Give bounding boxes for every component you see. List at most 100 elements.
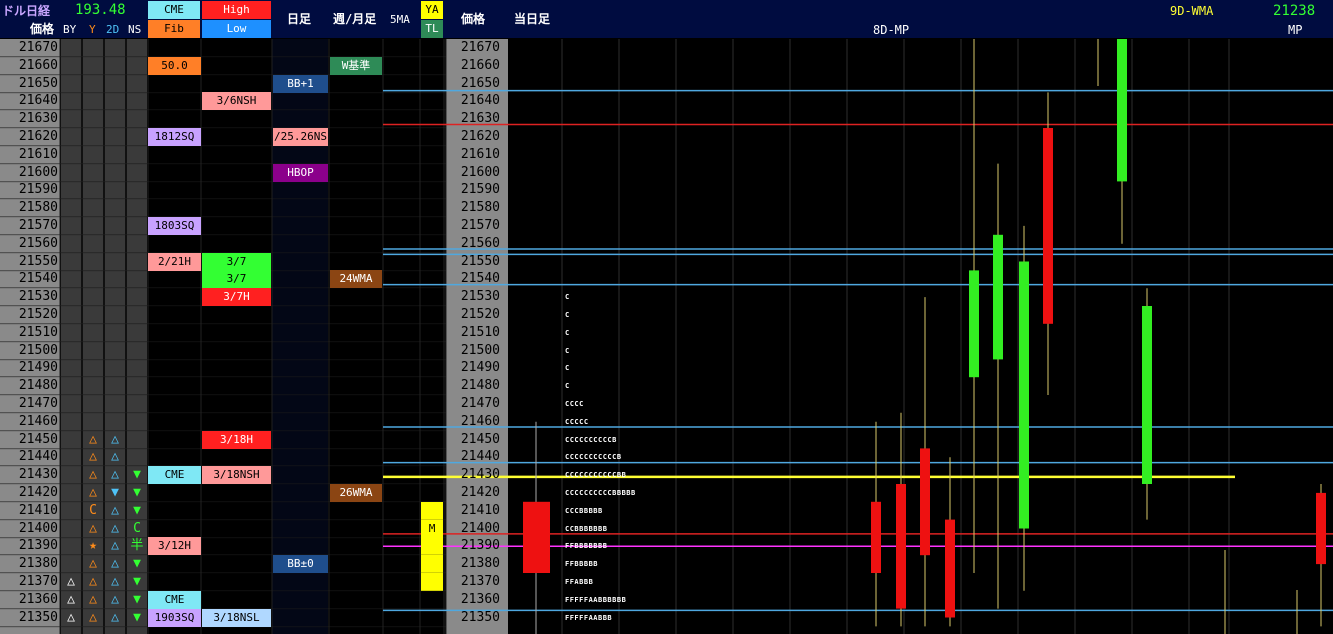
- price-cell-2: 21460: [460, 414, 500, 429]
- ya-fill: [421, 537, 443, 555]
- signal-mark: △: [111, 432, 119, 447]
- price-cell-2: 21600: [460, 165, 500, 180]
- signal-mark: △: [111, 574, 119, 589]
- signal-mark: △: [111, 467, 119, 482]
- price-cell-2: 21580: [460, 200, 500, 215]
- price-cell-2: 21420: [460, 485, 500, 500]
- candle-body: [1043, 128, 1053, 324]
- tpo-row: FFFFFAABBBBBB: [565, 596, 627, 604]
- tpo-row: CCCCCCCCCCBBBBB: [565, 489, 636, 497]
- level-label: CME: [148, 466, 201, 484]
- price-cell: 21530: [18, 289, 58, 304]
- level-label: 3/7: [202, 270, 271, 288]
- signal-mark: △: [89, 610, 97, 625]
- price-cell: 21670: [18, 40, 58, 55]
- level-label: 3/18H: [202, 431, 271, 449]
- price-cell-2: 21590: [460, 182, 500, 197]
- candle-body: [969, 270, 979, 378]
- signal-mark: ▼: [111, 485, 119, 500]
- level-label: 3/6NSH: [202, 92, 271, 110]
- signal-mark: △: [111, 538, 119, 553]
- price-cell-2: 21370: [460, 574, 500, 589]
- signal-mark: ★: [89, 538, 97, 553]
- price-cell-2: 21610: [460, 147, 500, 162]
- price-cell-2: 21430: [460, 467, 500, 482]
- price-cell-2: 21510: [460, 325, 500, 340]
- signal-mark: △: [89, 485, 97, 500]
- candle-body: [896, 484, 906, 609]
- signal-mark: ▼: [133, 556, 141, 571]
- price-cell-2: 21390: [460, 538, 500, 553]
- candle-body: [920, 448, 930, 556]
- level-label: W基準: [330, 57, 382, 75]
- tpo-row: CCCCCCCCCCB: [565, 436, 617, 444]
- candle-body: [871, 501, 881, 573]
- price-cell-2: 21490: [460, 360, 500, 375]
- price-cell: 21640: [18, 93, 58, 108]
- level-label: 3/12H: [148, 537, 201, 555]
- price-cell-2: 21630: [460, 111, 500, 126]
- price-cell-2: 21530: [460, 289, 500, 304]
- tpo-row: CCCCCCCCCCCB: [565, 453, 622, 461]
- price-cell-2: 21470: [460, 396, 500, 411]
- level-label: 26WMA: [330, 484, 382, 502]
- signal-mark: △: [89, 432, 97, 447]
- candle-body: [1019, 261, 1029, 529]
- price-cell-2: 21540: [460, 271, 500, 286]
- price-cell: 21630: [18, 111, 58, 126]
- price-cell-2: 21650: [460, 76, 500, 91]
- candle-body: [1142, 306, 1152, 484]
- signal-mark: ▼: [133, 467, 141, 482]
- price-cell-2: 21620: [460, 129, 500, 144]
- price-cell: 21660: [18, 58, 58, 73]
- signal-mark: △: [111, 592, 119, 607]
- signal-mark: ▼: [133, 485, 141, 500]
- tpo-row: FFABBB: [565, 578, 594, 586]
- price-cell: 21620: [18, 129, 58, 144]
- signal-mark: ▼: [133, 503, 141, 518]
- price-cell-2: 21570: [460, 218, 500, 233]
- price-cell: 21400: [18, 521, 58, 536]
- candle-body: [1117, 39, 1127, 182]
- today-candle-body: [523, 501, 550, 573]
- signal-mark: ▼: [133, 610, 141, 625]
- price-cell: 21570: [18, 218, 58, 233]
- ya-fill: [421, 555, 443, 573]
- price-cell: 21480: [18, 378, 58, 393]
- tpo-row: CCBBBBBBB: [565, 525, 608, 533]
- candle-body: [945, 519, 955, 618]
- price-cell: 21520: [18, 307, 58, 322]
- price-cell-2: 21550: [460, 254, 500, 269]
- price-cell: 21560: [18, 236, 58, 251]
- price-cell: 21550: [18, 254, 58, 269]
- signal-mark: ▼: [133, 574, 141, 589]
- price-cell: 21460: [18, 414, 58, 429]
- tpo-row: FFFFFAABBB: [565, 614, 613, 622]
- price-cell: 21500: [18, 343, 58, 358]
- signal-mark: △: [89, 467, 97, 482]
- price-cell-2: 21410: [460, 503, 500, 518]
- price-cell: 21510: [18, 325, 58, 340]
- level-label: 24WMA: [330, 270, 382, 288]
- price-cell: 21490: [18, 360, 58, 375]
- tpo-row: CCCBBBBB: [565, 507, 603, 515]
- price-cell: 21590: [18, 182, 58, 197]
- price-cell: 21390: [18, 538, 58, 553]
- price-cell-2: 21480: [460, 378, 500, 393]
- level-label: BB±0: [273, 555, 328, 573]
- level-label: 1803SQ: [148, 217, 201, 235]
- tpo-row: C: [565, 382, 570, 390]
- price-cell: 21540: [18, 271, 58, 286]
- level-label: 3/18NSL: [202, 609, 271, 627]
- price-cell: 21440: [18, 449, 58, 464]
- price-cell-2: 21450: [460, 432, 500, 447]
- price-cell: 21610: [18, 147, 58, 162]
- level-label: 50.0: [148, 57, 201, 75]
- price-cell-2: 21670: [460, 40, 500, 55]
- ya-fill: [421, 573, 443, 591]
- signal-mark: △: [111, 503, 119, 518]
- price-cell-2: 21660: [460, 58, 500, 73]
- price-cell: 21580: [18, 200, 58, 215]
- level-label: 3/7H: [202, 288, 271, 306]
- price-cell-2: 21360: [460, 592, 500, 607]
